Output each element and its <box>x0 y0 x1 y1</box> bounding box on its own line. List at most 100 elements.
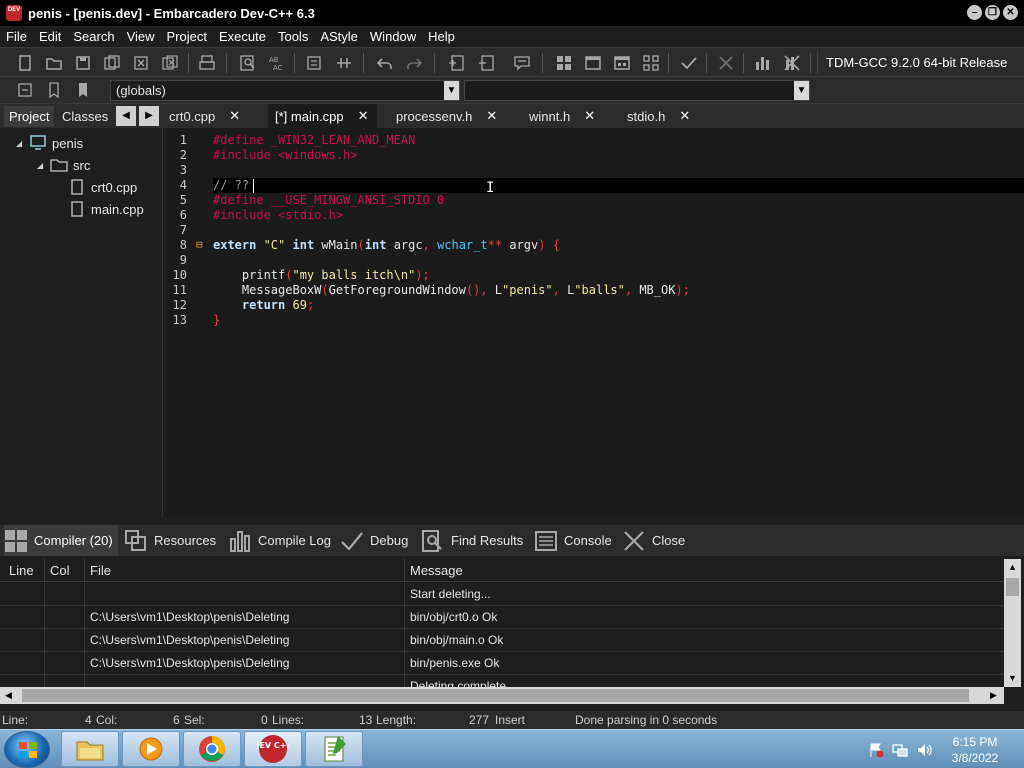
code-line[interactable]: #define __USE_MINGW_ANSI_STDIO 0 <box>213 193 444 208</box>
tree-file-crt0[interactable]: crt0.cpp <box>68 176 137 198</box>
code-line[interactable]: MessageBoxW(GetForegroundWindow(), L"pen… <box>213 283 690 298</box>
menu-help[interactable]: Help <box>426 29 461 44</box>
devcpp-taskbar-button[interactable]: DEV C++ <box>244 731 302 767</box>
project-options-icon[interactable] <box>511 52 533 74</box>
code-area[interactable]: #define _WIN32_LEAN_AND_MEAN #include <wi… <box>213 128 1024 518</box>
compile-run-icon[interactable] <box>611 52 633 74</box>
table-row[interactable]: C:\Users\vm1\Desktop\penis\Deleting bin/o… <box>0 606 1004 629</box>
chevron-right-icon[interactable]: ▶ <box>139 106 159 126</box>
close-icon[interactable]: ✕ <box>486 108 497 124</box>
unindent-icon[interactable] <box>333 52 355 74</box>
scroll-left-icon[interactable]: ◀ <box>0 687 17 704</box>
column-header-line[interactable]: Line <box>4 559 45 582</box>
menu-project[interactable]: Project <box>165 29 213 44</box>
insert-code-icon[interactable] <box>14 79 36 101</box>
save-all-icon[interactable] <box>101 52 123 74</box>
close-icon[interactable]: ✕ <box>584 108 595 124</box>
menu-file[interactable]: File <box>4 29 33 44</box>
redo-icon[interactable] <box>403 52 425 74</box>
network-icon[interactable] <box>892 742 908 758</box>
scroll-up-icon[interactable]: ▲ <box>1004 559 1021 576</box>
chevron-down-icon[interactable]: ▼ <box>444 81 459 100</box>
messages-horizontal-scrollbar[interactable]: ◀ ▶ <box>0 687 1004 704</box>
new-file-icon[interactable] <box>14 52 36 74</box>
tab-winnt[interactable]: winnt.h ✕ <box>529 104 595 128</box>
expand-arrow-icon[interactable]: ◢ <box>16 139 26 148</box>
function-select[interactable]: ▼ <box>464 80 810 101</box>
close-all-icon[interactable] <box>159 52 181 74</box>
code-line[interactable]: printf("my balls itch\n"); <box>213 268 430 283</box>
menu-astyle[interactable]: AStyle <box>318 29 364 44</box>
delete-profile-icon[interactable] <box>781 52 803 74</box>
close-icon[interactable]: ✕ <box>229 108 240 124</box>
tab-find-results[interactable]: Find Results <box>421 525 527 556</box>
menu-search[interactable]: Search <box>71 29 120 44</box>
menu-window[interactable]: Window <box>368 29 422 44</box>
tree-root-project[interactable]: ◢ penis <box>16 132 83 154</box>
rebuild-icon[interactable] <box>640 52 662 74</box>
tab-compiler[interactable]: Compiler (20) <box>4 525 118 556</box>
toggle-bookmark-icon[interactable] <box>43 79 65 101</box>
tab-main[interactable]: [*] main.cpp ✕ <box>268 104 377 128</box>
close-icon[interactable]: ✕ <box>679 108 690 124</box>
replace-icon[interactable]: AB AC <box>266 52 288 74</box>
print-icon[interactable] <box>196 52 218 74</box>
tab-resources[interactable]: Resources <box>124 525 222 556</box>
menu-execute[interactable]: Execute <box>217 29 272 44</box>
code-line[interactable]: #include <windows.h> <box>213 148 358 163</box>
compile-icon[interactable] <box>553 52 575 74</box>
tab-console[interactable]: Console <box>534 525 614 556</box>
run-icon[interactable] <box>582 52 604 74</box>
expand-arrow-icon[interactable]: ◢ <box>37 161 47 170</box>
open-folder-icon[interactable] <box>43 52 65 74</box>
start-button[interactable] <box>4 731 50 768</box>
tree-file-main[interactable]: main.cpp <box>68 198 144 220</box>
action-center-flag-icon[interactable] <box>868 742 884 758</box>
close-file-icon[interactable] <box>130 52 152 74</box>
chevron-down-icon[interactable]: ▼ <box>794 81 809 100</box>
notepad-taskbar-button[interactable] <box>305 731 363 767</box>
fold-collapse-icon[interactable]: ⊟ <box>196 238 203 251</box>
code-line[interactable]: return 69; <box>213 298 314 313</box>
restore-button[interactable]: ❐ <box>985 5 1000 20</box>
close-icon[interactable]: ✕ <box>358 108 369 124</box>
media-player-taskbar-button[interactable] <box>122 731 180 767</box>
table-row[interactable]: Start deleting... <box>0 583 1004 606</box>
minimize-button[interactable]: – <box>967 5 982 20</box>
save-icon[interactable] <box>72 52 94 74</box>
column-header-message[interactable]: Message <box>405 559 1004 582</box>
profile-icon[interactable] <box>752 52 774 74</box>
close-window-button[interactable]: ✕ <box>1003 5 1018 20</box>
scroll-thumb[interactable] <box>22 689 969 702</box>
menu-edit[interactable]: Edit <box>37 29 67 44</box>
tab-classes[interactable]: Classes <box>57 106 113 127</box>
scroll-right-icon[interactable]: ▶ <box>985 687 1002 704</box>
table-row[interactable]: C:\Users\vm1\Desktop\penis\Deleting bin/o… <box>0 629 1004 652</box>
menu-tools[interactable]: Tools <box>276 29 314 44</box>
tab-processenv[interactable]: processenv.h ✕ <box>396 104 506 128</box>
goto-bookmark-icon[interactable] <box>72 79 94 101</box>
table-row[interactable]: C:\Users\vm1\Desktop\penis\Deleting bin/p… <box>0 652 1004 675</box>
indent-icon[interactable] <box>303 52 325 74</box>
taskbar-clock[interactable]: 6:15 PM 3/8/2022 <box>940 734 1010 766</box>
add-to-project-icon[interactable] <box>446 52 468 74</box>
code-line[interactable]: #define _WIN32_LEAN_AND_MEAN <box>213 133 415 148</box>
scroll-thumb[interactable] <box>1006 578 1019 596</box>
tab-crt0[interactable]: crt0.cpp ✕ <box>165 104 257 128</box>
menu-view[interactable]: View <box>125 29 161 44</box>
syntax-check-icon[interactable] <box>678 52 700 74</box>
messages-vertical-scrollbar[interactable]: ▲ ▼ <box>1004 559 1021 687</box>
volume-icon[interactable] <box>916 742 932 758</box>
stop-execution-icon[interactable] <box>715 52 737 74</box>
code-line[interactable]: #include <stdio.h> <box>213 208 343 223</box>
column-header-file[interactable]: File <box>85 559 405 582</box>
code-line[interactable]: } <box>213 313 220 328</box>
remove-from-project-icon[interactable] <box>476 52 498 74</box>
tab-compile-log[interactable]: Compile Log <box>228 525 334 556</box>
chevron-left-icon[interactable]: ◀ <box>116 106 136 126</box>
scope-select[interactable]: (globals) ▼ <box>110 80 460 101</box>
column-header-col[interactable]: Col <box>45 559 85 582</box>
current-code-line[interactable]: // ?? <box>213 178 1024 193</box>
tab-debug[interactable]: Debug <box>340 525 414 556</box>
chrome-taskbar-button[interactable] <box>183 731 241 767</box>
